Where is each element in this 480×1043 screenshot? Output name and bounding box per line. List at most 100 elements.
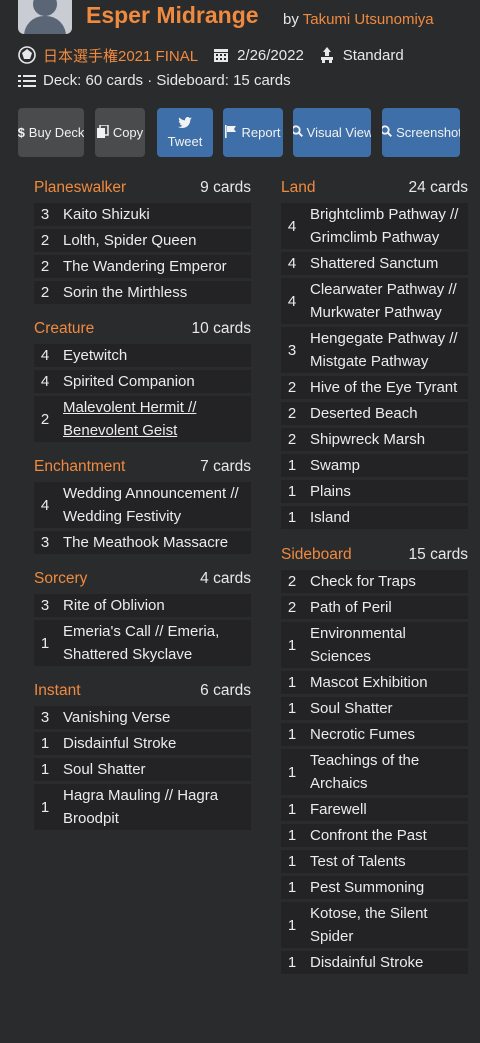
card-name-link[interactable]: The Meathook Massacre bbox=[56, 531, 232, 554]
search-icon bbox=[382, 125, 393, 140]
card-name-link[interactable]: Clearwater Pathway // Murkwater Pathway bbox=[303, 278, 468, 324]
section-land: Land 24 cards 4 Brightclimb Pathway // Grim… bbox=[281, 176, 468, 529]
report-button[interactable]: Report bbox=[223, 108, 283, 157]
card-name-link[interactable]: Necrotic Fumes bbox=[303, 723, 419, 746]
card-name-link[interactable]: Deserted Beach bbox=[303, 402, 422, 425]
section-sideboard: Sideboard 15 cards 2 Check for Traps 2 Path o… bbox=[281, 543, 468, 974]
card-row[interactable]: 1 Disdainful Stroke bbox=[34, 732, 251, 755]
card-name-link[interactable]: Eyetwitch bbox=[56, 344, 131, 367]
card-quantity: 1 bbox=[287, 726, 297, 743]
card-name-link[interactable]: Island bbox=[303, 506, 354, 529]
card-row[interactable]: 2 Deserted Beach bbox=[281, 402, 468, 425]
card-row[interactable]: 1 Mascot Exhibition bbox=[281, 671, 468, 694]
card-name-link[interactable]: Hengegate Pathway // Mistgate Pathway bbox=[303, 327, 468, 373]
card-row[interactable]: 2 Path of Peril bbox=[281, 596, 468, 619]
card-row[interactable]: 1 Swamp bbox=[281, 454, 468, 477]
card-row[interactable]: 1 Farewell bbox=[281, 798, 468, 821]
card-name-link[interactable]: Teachings of the Archaics bbox=[303, 749, 468, 795]
card-name-link[interactable]: Plains bbox=[303, 480, 355, 503]
event-link[interactable]: 日本選手権2021 FINAL bbox=[43, 45, 198, 66]
card-row[interactable]: 1 Soul Shatter bbox=[281, 697, 468, 720]
card-row[interactable]: 2 Check for Traps bbox=[281, 570, 468, 593]
card-quantity: 1 bbox=[287, 509, 297, 526]
card-name-link[interactable]: Malevolent Hermit // Benevolent Geist bbox=[56, 396, 251, 442]
card-name-link[interactable]: Emeria's Call // Emeria, Shattered Skycl… bbox=[56, 620, 251, 666]
card-quantity: 4 bbox=[40, 496, 50, 514]
card-row[interactable]: 1 Hagra Mauling // Hagra Broodpit bbox=[34, 784, 251, 830]
card-row[interactable]: 2 Malevolent Hermit // Benevolent Geist bbox=[34, 396, 251, 442]
card-name-link[interactable]: The Wandering Emperor bbox=[56, 255, 231, 278]
card-name-link[interactable]: Farewell bbox=[303, 798, 371, 821]
card-row[interactable]: 3 Kaito Shizuki bbox=[34, 203, 251, 226]
card-quantity: 1 bbox=[287, 483, 297, 500]
card-row[interactable]: 3 Hengegate Pathway // Mistgate Pathway bbox=[281, 327, 468, 373]
card-name-link[interactable]: Vanishing Verse bbox=[56, 706, 174, 729]
tweet-button[interactable]: Tweet bbox=[157, 108, 213, 157]
card-row[interactable]: 2 Sorin the Mirthless bbox=[34, 281, 251, 304]
card-row[interactable]: 1 Plains bbox=[281, 480, 468, 503]
card-name-link[interactable]: Check for Traps bbox=[303, 570, 420, 593]
card-row[interactable]: 2 Lolth, Spider Queen bbox=[34, 229, 251, 252]
card-name-link[interactable]: Soul Shatter bbox=[56, 758, 150, 781]
card-row[interactable]: 1 Environmental Sciences bbox=[281, 622, 468, 668]
card-row[interactable]: 1 Disdainful Stroke bbox=[281, 951, 468, 974]
buy-deck-button[interactable]: $ Buy Deck bbox=[18, 108, 84, 157]
card-name-link[interactable]: Path of Peril bbox=[303, 596, 396, 619]
card-name-link[interactable]: Mascot Exhibition bbox=[303, 671, 432, 694]
card-name-link[interactable]: Spirited Companion bbox=[56, 370, 199, 393]
card-row[interactable]: 4 Wedding Announcement // Wedding Festivi… bbox=[34, 482, 251, 528]
twitter-icon bbox=[178, 116, 192, 132]
card-name-link[interactable]: Shattered Sanctum bbox=[303, 252, 442, 275]
card-name-link[interactable]: Shipwreck Marsh bbox=[303, 428, 429, 451]
deck-date: 2/26/2022 bbox=[237, 46, 304, 64]
card-row[interactable]: 1 Emeria's Call // Emeria, Shattered Skyc… bbox=[34, 620, 251, 666]
card-row[interactable]: 1 Kotose, the Silent Spider bbox=[281, 902, 468, 948]
card-name-link[interactable]: Sorin the Mirthless bbox=[56, 281, 191, 304]
card-row[interactable]: 4 Brightclimb Pathway // Grimclimb Pathwa… bbox=[281, 203, 468, 249]
card-name-link[interactable]: Hagra Mauling // Hagra Broodpit bbox=[56, 784, 251, 830]
card-quantity: 2 bbox=[287, 405, 297, 422]
card-row[interactable]: 2 Hive of the Eye Tyrant bbox=[281, 376, 468, 399]
deck-counts-row: Deck: 60 cards · Sideboard: 15 cards bbox=[18, 72, 291, 89]
card-name-link[interactable]: Pest Summoning bbox=[303, 876, 428, 899]
card-row[interactable]: 4 Spirited Companion bbox=[34, 370, 251, 393]
card-row[interactable]: 1 Soul Shatter bbox=[34, 758, 251, 781]
card-quantity: 2 bbox=[287, 379, 297, 396]
section-planeswalker: Planeswalker 9 cards 3 Kaito Shizuki 2 Lolth,… bbox=[34, 176, 251, 304]
card-name-link[interactable]: Disdainful Stroke bbox=[56, 732, 180, 755]
card-row[interactable]: 3 Rite of Oblivion bbox=[34, 594, 251, 617]
card-quantity: 1 bbox=[287, 827, 297, 844]
author-link[interactable]: Takumi Utsunomiya bbox=[303, 11, 434, 28]
card-row[interactable]: 1 Necrotic Fumes bbox=[281, 723, 468, 746]
card-name-link[interactable]: Wedding Announcement // Wedding Festivit… bbox=[56, 482, 251, 528]
avatar[interactable] bbox=[18, 0, 72, 34]
card-name-link[interactable]: Test of Talents bbox=[303, 850, 410, 873]
card-name-link[interactable]: Environmental Sciences bbox=[303, 622, 468, 668]
card-name-link[interactable]: Rite of Oblivion bbox=[56, 594, 169, 617]
card-name-link[interactable]: Kaito Shizuki bbox=[56, 203, 154, 226]
copy-button[interactable]: Copy bbox=[95, 108, 145, 157]
card-row[interactable]: 1 Teachings of the Archaics bbox=[281, 749, 468, 795]
card-name-link[interactable]: Brightclimb Pathway // Grimclimb Pathway bbox=[303, 203, 468, 249]
card-name-link[interactable]: Lolth, Spider Queen bbox=[56, 229, 200, 252]
card-name-link[interactable]: Swamp bbox=[303, 454, 364, 477]
card-row[interactable]: 1 Pest Summoning bbox=[281, 876, 468, 899]
card-name-link[interactable]: Disdainful Stroke bbox=[303, 951, 427, 974]
card-name-link[interactable]: Kotose, the Silent Spider bbox=[303, 902, 468, 948]
card-name-link[interactable]: Confront the Past bbox=[303, 824, 431, 847]
card-row[interactable]: 1 Confront the Past bbox=[281, 824, 468, 847]
card-name-link[interactable]: Hive of the Eye Tyrant bbox=[303, 376, 461, 399]
card-row[interactable]: 4 Clearwater Pathway // Murkwater Pathway bbox=[281, 278, 468, 324]
card-row[interactable]: 2 Shipwreck Marsh bbox=[281, 428, 468, 451]
card-row[interactable]: 1 Test of Talents bbox=[281, 850, 468, 873]
card-row[interactable]: 4 Eyetwitch bbox=[34, 344, 251, 367]
card-name-link[interactable]: Soul Shatter bbox=[303, 697, 397, 720]
card-row[interactable]: 3 Vanishing Verse bbox=[34, 706, 251, 729]
card-row[interactable]: 3 The Meathook Massacre bbox=[34, 531, 251, 554]
card-row[interactable]: 2 The Wandering Emperor bbox=[34, 255, 251, 278]
visual-view-button[interactable]: Visual View bbox=[293, 108, 371, 157]
card-row[interactable]: 1 Island bbox=[281, 506, 468, 529]
copy-icon bbox=[96, 123, 109, 141]
card-row[interactable]: 4 Shattered Sanctum bbox=[281, 252, 468, 275]
screenshot-button[interactable]: Screenshot bbox=[382, 108, 460, 157]
